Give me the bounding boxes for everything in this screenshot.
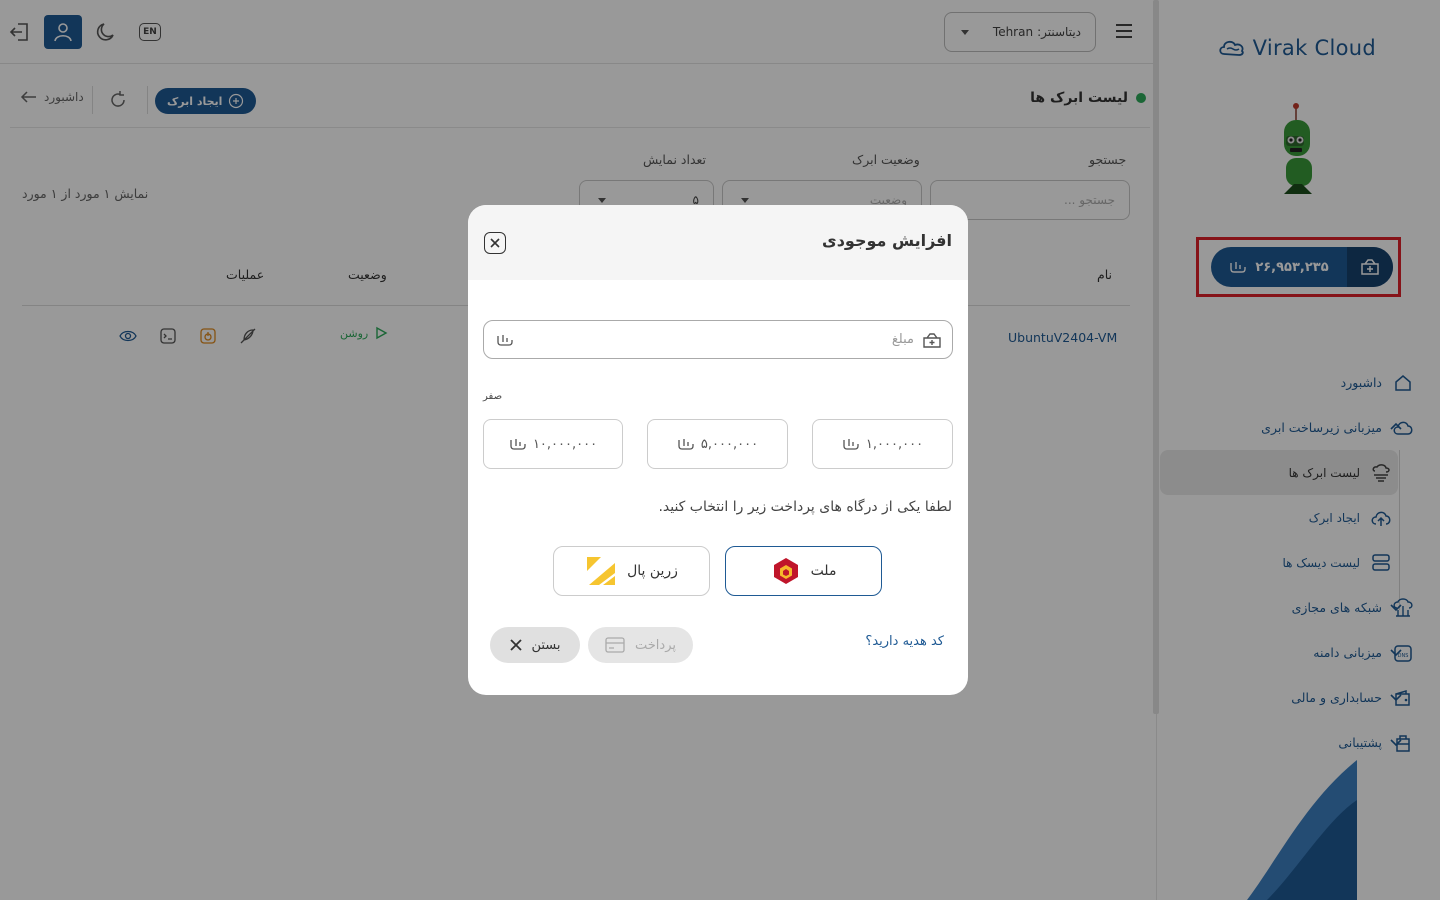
- modal-title: افزایش موجودی: [822, 231, 952, 250]
- preset-amount-button[interactable]: ۵,۰۰۰,۰۰۰: [647, 419, 788, 469]
- top-up-modal: افزایش موجودی مبلغ صفر ۱۰,۰۰۰,۰۰۰ ۵,۰۰۰,…: [468, 205, 968, 695]
- modal-header: افزایش موجودی: [468, 205, 968, 280]
- wallet-add-icon: [923, 332, 941, 348]
- preset-amount-label: ۱,۰۰۰,۰۰۰: [865, 436, 924, 452]
- close-x-icon: [510, 639, 523, 651]
- amount-placeholder: مبلغ: [891, 332, 914, 347]
- rial-icon: [497, 335, 513, 346]
- rial-icon: [843, 439, 859, 450]
- amount-in-words: صفر: [483, 391, 503, 402]
- preset-amount-label: ۱۰,۰۰۰,۰۰۰: [532, 436, 598, 452]
- close-button[interactable]: بستن: [490, 627, 580, 663]
- rial-icon: [678, 439, 694, 450]
- pay-button[interactable]: پرداخت: [588, 627, 693, 663]
- preset-amount-label: ۵,۰۰۰,۰۰۰: [700, 436, 759, 452]
- amount-input[interactable]: مبلغ: [483, 320, 953, 359]
- rial-icon: [510, 439, 526, 450]
- preset-amount-button[interactable]: ۱,۰۰۰,۰۰۰: [812, 419, 953, 469]
- close-icon[interactable]: [484, 232, 506, 254]
- credit-card-icon: [605, 637, 625, 653]
- gateway-label: زرین پال: [627, 563, 678, 579]
- gateway-zarinpal-button[interactable]: زرین پال: [553, 546, 710, 596]
- scrollbar[interactable]: [1153, 0, 1159, 714]
- pay-label: پرداخت: [635, 637, 676, 653]
- close-label: بستن: [531, 637, 561, 653]
- preset-amount-button[interactable]: ۱۰,۰۰۰,۰۰۰: [483, 419, 623, 469]
- gift-code-link[interactable]: کد هدیه دارید؟: [865, 634, 944, 649]
- gateway-mellat-button[interactable]: ملت: [725, 546, 882, 596]
- mellat-logo-icon: [773, 558, 798, 584]
- gateway-instruction: لطفا یکی از درگاه های پرداخت زیر را انتخ…: [658, 499, 952, 515]
- gateway-label: ملت: [810, 563, 837, 579]
- zarinpal-logo-icon: [587, 557, 616, 585]
